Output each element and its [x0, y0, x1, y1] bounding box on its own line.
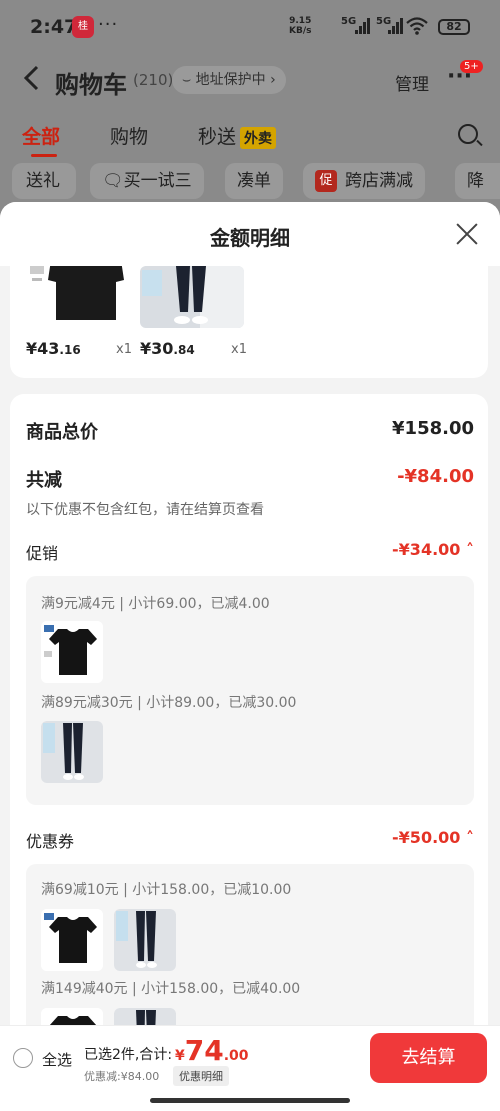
chevron-right-icon: › [265, 72, 276, 88]
coupon-label: 优惠券 [26, 832, 75, 851]
network-type-1: 5G [341, 16, 357, 27]
coupon-thumb-pants[interactable] [114, 909, 176, 971]
discount-summary: 优惠减:¥84.00 [84, 1070, 160, 1083]
product-price: ¥43.16 [26, 339, 81, 358]
chip-more[interactable]: 降 [455, 163, 500, 199]
chip-combine[interactable]: 凑单 [225, 163, 283, 199]
tab-instant[interactable]: 秒送 外卖 [198, 122, 277, 149]
chip-gift[interactable]: 送礼 [12, 163, 76, 199]
wifi-icon [406, 17, 428, 39]
home-indicator [150, 1098, 350, 1103]
chip-trial-label: 买一试三 [123, 171, 192, 191]
select-all-label[interactable]: 全选 [42, 1049, 72, 1070]
filter-chips: 送礼 🗨买一试三 凑单 促跨店满减 降 [0, 163, 500, 201]
tab-instant-label: 秒送 [198, 126, 237, 148]
total-amount: ¥74.00 [175, 1034, 249, 1067]
product-price: ¥30.84 [140, 339, 195, 358]
promo-label: 促销 [26, 544, 59, 563]
checkout-bar: 全选 已选2件,合计: ¥74.00 优惠减:¥84.00 优惠明细 去结算 [0, 1025, 500, 1111]
total-reduce-value: -¥84.00 [397, 466, 474, 487]
amount-detail-card: 商品总价 ¥158.00 共减 -¥84.00 以下优惠不包含红包，请在结算页查… [10, 394, 488, 1111]
status-bar: 2:47 桂 ··· 9.15 KB/s 5G 5G 82 [0, 0, 500, 50]
promo-rule: 满9元减4元 | 小计69.00，已减4.00 [41, 596, 270, 612]
product-image-tshirt[interactable] [26, 260, 130, 322]
status-time: 2:47 [30, 16, 78, 38]
cart-tabs: 全部 购物 秒送 外卖 [0, 118, 500, 158]
chevron-up-icon: ˄ [460, 540, 474, 559]
more-notifications-icon: ··· [98, 14, 119, 35]
network-speed: 9.15 KB/s [289, 16, 312, 36]
chip-cross-store[interactable]: 促跨店满减 [303, 163, 425, 199]
product-qty: x1 [231, 342, 247, 357]
chip-cross-store-label: 跨店满减 [345, 171, 413, 191]
checkout-button[interactable]: 去结算 [370, 1033, 487, 1083]
sheet-header: 金额明细 [0, 202, 500, 266]
address-protection-pill[interactable]: ⌣ 地址保护中 › [172, 66, 286, 94]
promo-toggle[interactable]: -¥34.00 ˄ [392, 540, 474, 559]
cart-count: (210) [133, 71, 174, 89]
coupon-rule: 满149减40元 | 小计158.00，已减40.00 [41, 981, 301, 997]
address-protection-label: 地址保护中 [195, 72, 266, 88]
waimai-badge: 外卖 [240, 127, 277, 149]
product-image-pants[interactable] [140, 266, 244, 328]
promo-icon: 促 [315, 170, 337, 192]
promo-thumb-pants[interactable] [41, 721, 103, 783]
promo-thumb-tshirt[interactable] [41, 621, 103, 683]
product-card: ¥43.16 x1 ¥30.84 x1 [10, 260, 488, 378]
coupon-rule: 满69减10元 | 小计158.00，已减10.00 [41, 882, 292, 898]
shield-icon: ⌣ [182, 72, 196, 88]
tab-all[interactable]: 全部 [22, 122, 60, 149]
signal-icon-2 [388, 18, 404, 34]
product-qty: x1 [116, 342, 132, 357]
close-icon[interactable] [455, 222, 479, 246]
app-notification-icon: 桂 [72, 16, 94, 38]
battery-indicator: 82 [438, 19, 470, 35]
total-reduce-label: 共减 [26, 470, 62, 491]
total-price-label: 商品总价 [26, 422, 98, 443]
discount-detail-button[interactable]: 优惠明细 [173, 1066, 229, 1086]
tag-icon: 🗨 [102, 171, 124, 191]
search-icon[interactable] [458, 124, 478, 144]
chevron-up-icon: ˄ [460, 828, 474, 847]
coupon-value: -¥50.00 [392, 828, 461, 847]
amount-detail-sheet: ¥43.16 x1 ¥30.84 x1 金额明细 商品总价 ¥158.00 共减… [0, 202, 500, 1111]
manage-button[interactable]: 管理 [395, 70, 429, 95]
tab-indicator [31, 154, 57, 157]
promo-box: 满9元减4元 | 小计69.00，已减4.00 满89元减30元 | 小计89.… [26, 576, 474, 805]
coupon-thumb-tshirt[interactable] [41, 909, 103, 971]
cart-header: 购物车 (210) ⌣ 地址保护中 › 管理 ··· 5+ [0, 58, 500, 102]
message-badge: 5+ [460, 60, 483, 73]
select-all-checkbox[interactable] [13, 1048, 33, 1068]
promo-rule: 满89元减30元 | 小计89.00，已减30.00 [41, 695, 297, 711]
reduce-note: 以下优惠不包含红包，请在结算页查看 [26, 502, 264, 518]
back-icon[interactable] [22, 64, 40, 100]
coupon-toggle[interactable]: -¥50.00 ˄ [392, 828, 474, 847]
sheet-title: 金额明细 [210, 226, 290, 250]
signal-icon-1 [355, 18, 371, 34]
total-price-value: ¥158.00 [392, 418, 474, 439]
selected-summary: 已选2件,合计: [84, 1047, 173, 1063]
page-title: 购物车 [55, 71, 127, 99]
promo-value: -¥34.00 [392, 540, 461, 559]
chip-trial[interactable]: 🗨买一试三 [90, 163, 204, 199]
tab-shopping[interactable]: 购物 [110, 122, 148, 149]
